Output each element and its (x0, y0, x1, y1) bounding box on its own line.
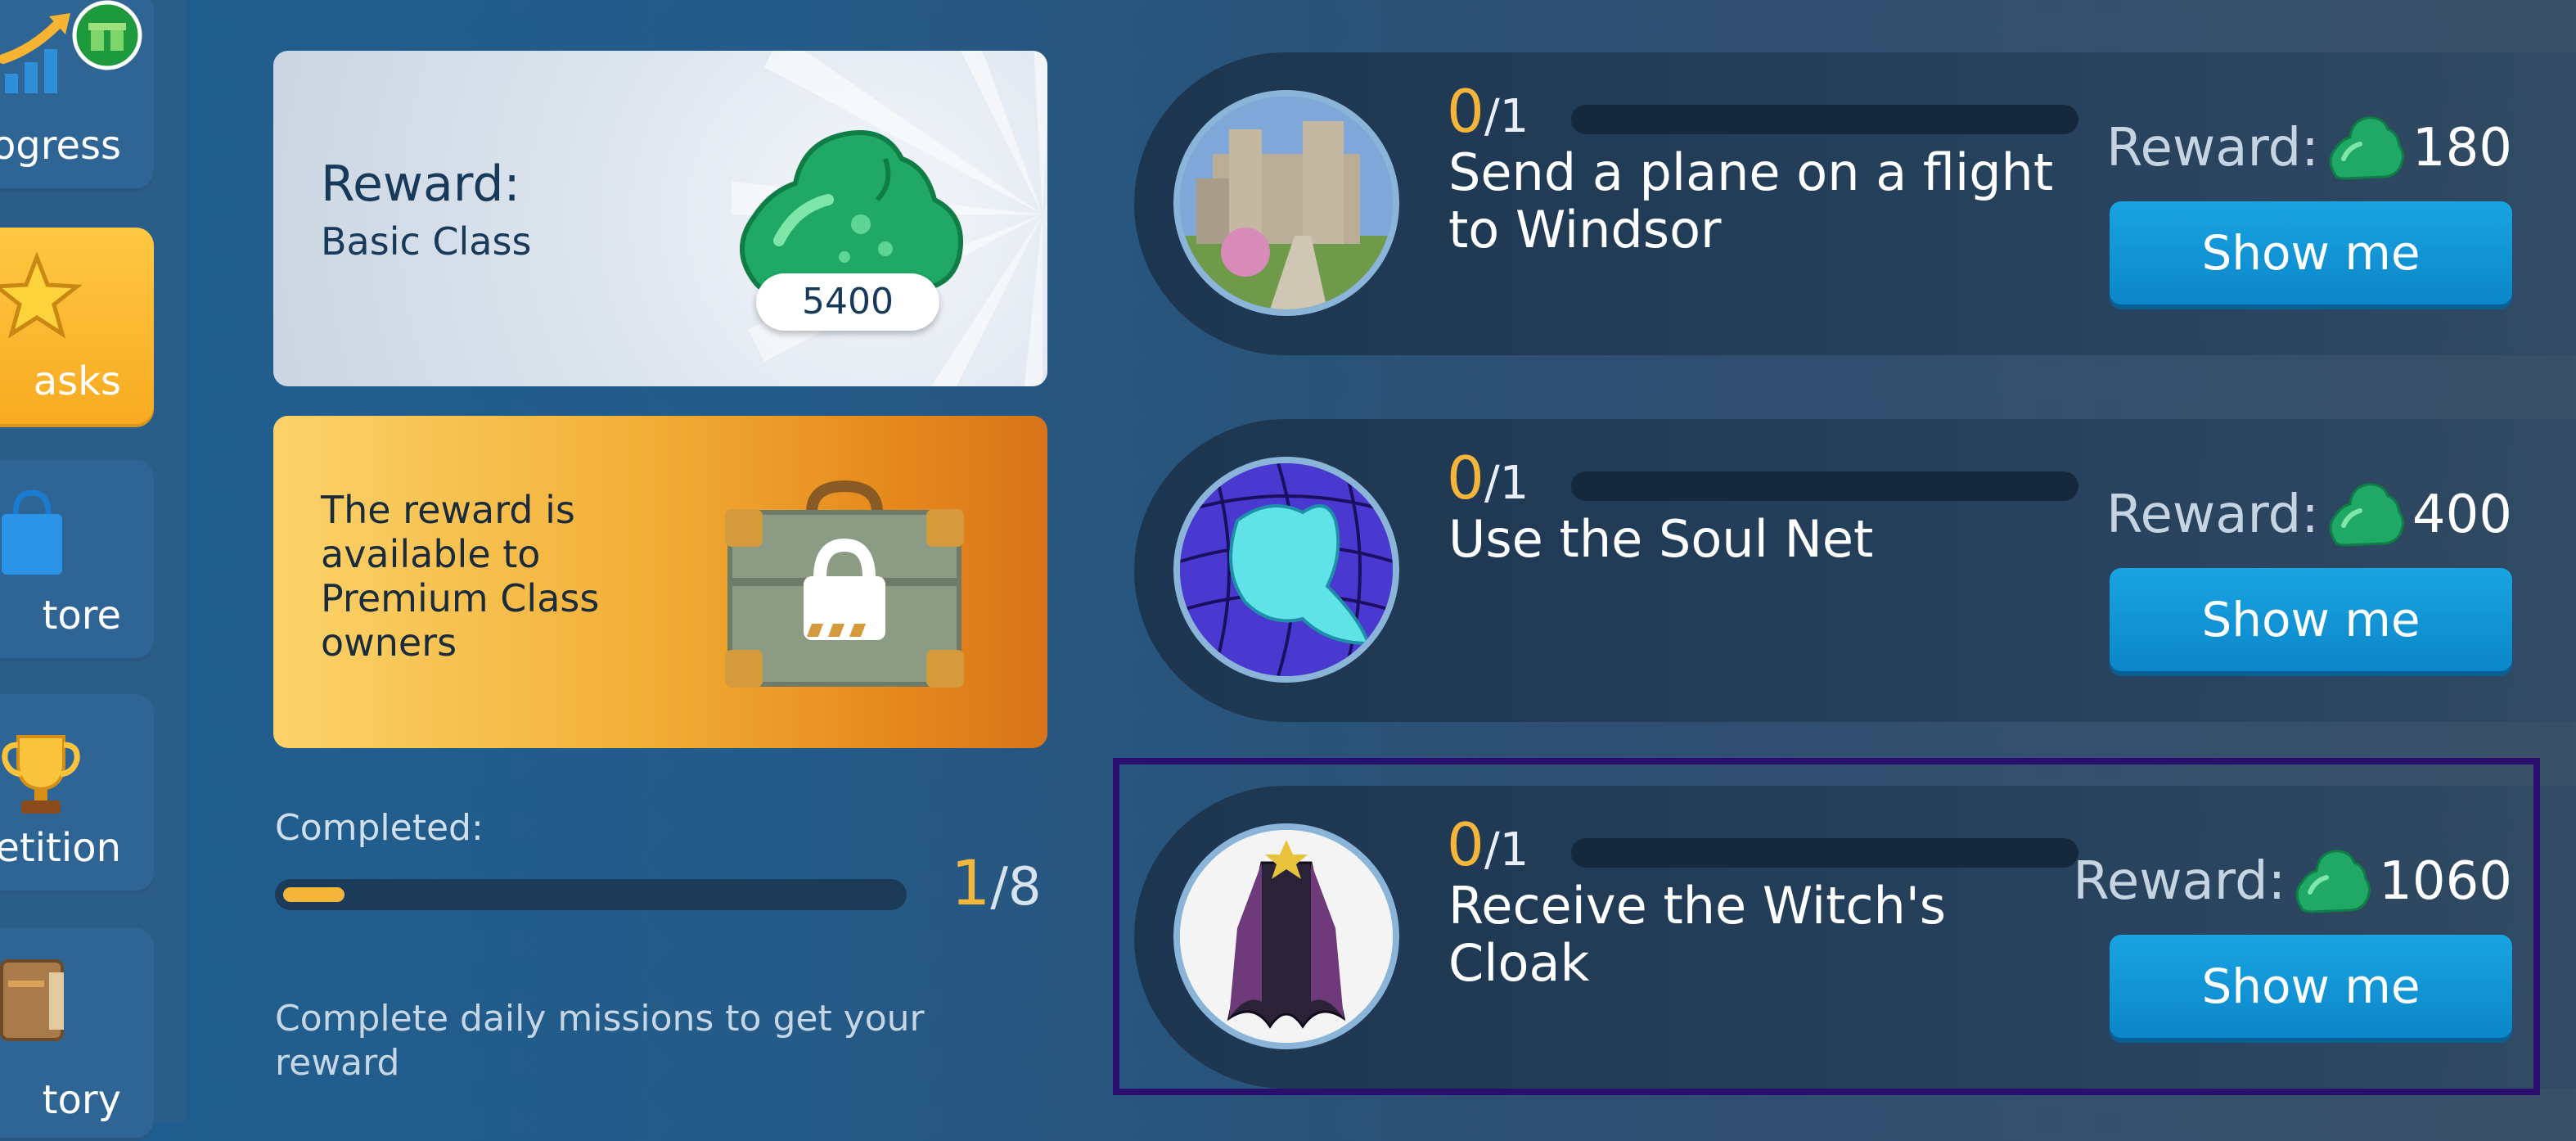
mission-progress: 0/1 (1447, 77, 1529, 146)
mission-progress-bar (1571, 471, 2078, 501)
mission-image-soul-net (1173, 457, 1399, 683)
basic-reward-card[interactable]: Reward: Basic Class 5400 (273, 51, 1047, 386)
mission-progress-done: 0 (1447, 77, 1484, 146)
reward-title: Reward: (321, 156, 520, 213)
mission-reward-label: Reward: (2073, 851, 2286, 912)
mission-reward: Reward: 180 (2106, 111, 2512, 185)
green-slime-gem-icon (2329, 483, 2404, 547)
footer-note: Complete daily missions to get your rewa… (275, 998, 925, 1084)
mission-progress-total: /1 (1484, 457, 1529, 510)
sidebar-item-competition[interactable]: petition (0, 694, 154, 894)
star-icon (0, 252, 82, 339)
completed-total: /8 (990, 857, 1042, 918)
premium-notice: The reward is available to Premium Class… (321, 488, 600, 665)
mission-title: Send a plane on a flight to Windsor (1448, 142, 2054, 259)
completed-label: Completed: (275, 807, 484, 849)
premium-reward-card[interactable]: The reward is available to Premium Class… (273, 416, 1047, 748)
show-me-button[interactable]: Show me (2110, 935, 2512, 1038)
sidebar-item-label: ogress (0, 123, 121, 169)
sidebar-item-label: tory (42, 1077, 121, 1123)
mission-reward-value: 1060 (2379, 851, 2512, 912)
mission-image-witch-cloak (1173, 823, 1399, 1049)
completed-done: 1 (951, 846, 991, 919)
gift-icon[interactable] (72, 0, 142, 70)
reward-class-name: Basic Class (321, 219, 532, 264)
mission-card: 0/1 Use the Soul Net Reward: 400 Show me (1134, 419, 2576, 722)
mission-title: Use the Soul Net (1448, 509, 1874, 569)
mission-reward: Reward: 1060 (2073, 845, 2512, 918)
sidebar-item-store[interactable]: tore (0, 460, 154, 661)
mission-reward-value: 180 (2412, 118, 2512, 178)
mission-title: Receive the Witch's Cloak (1448, 876, 1947, 993)
sidebar-item-label: tore (42, 593, 121, 638)
mission-reward-label: Reward: (2105, 485, 2319, 545)
mission-image-windsor (1173, 90, 1399, 316)
sidebar-item-label: petition (0, 825, 121, 871)
mission-card: 0/1 Send a plane on a flight to Windsor … (1134, 52, 2576, 355)
mission-progress-total: /1 (1484, 823, 1529, 877)
soul-net-icon (1180, 463, 1393, 676)
locked-chest-icon (725, 480, 964, 688)
mission-progress-bar (1571, 838, 2078, 868)
mission-reward: Reward: 400 (2106, 478, 2512, 552)
mission-progress-done: 0 (1447, 444, 1484, 512)
completed-progress-fill (283, 887, 345, 902)
sidebar-item-label: asks (33, 359, 121, 404)
trophy-icon (2, 735, 80, 814)
windsor-castle-icon (1180, 97, 1393, 309)
book-icon (0, 959, 64, 1041)
mission-reward-label: Reward: (2105, 118, 2319, 178)
show-me-button[interactable]: Show me (2110, 201, 2512, 304)
mission-progress-total: /1 (1484, 90, 1529, 143)
sidebar-item-progress[interactable]: ogress (0, 0, 154, 192)
mission-progress: 0/1 (1447, 810, 1529, 879)
mission-progress-done: 0 (1447, 810, 1484, 879)
shopping-bag-icon (2, 489, 62, 575)
green-slime-gem-icon (2295, 850, 2371, 913)
mission-card: 0/1 Receive the Witch's Cloak Reward: 10… (1134, 786, 2576, 1089)
show-me-button[interactable]: Show me (2110, 568, 2512, 671)
sidebar: ogress asks tore petition tory (0, 0, 187, 1141)
mission-reward-value: 400 (2412, 485, 2512, 545)
completed-progress-bar (275, 879, 907, 910)
mission-progress-bar (1571, 105, 2078, 134)
sidebar-item-history[interactable]: tory (0, 928, 154, 1141)
completed-count: 1/8 (951, 846, 1042, 919)
green-slime-gem-icon (2329, 116, 2404, 180)
witch-cloak-icon (1180, 830, 1393, 1043)
sidebar-item-tasks[interactable]: asks (0, 228, 154, 427)
mission-progress: 0/1 (1447, 444, 1529, 512)
reward-amount: 5400 (756, 273, 939, 331)
